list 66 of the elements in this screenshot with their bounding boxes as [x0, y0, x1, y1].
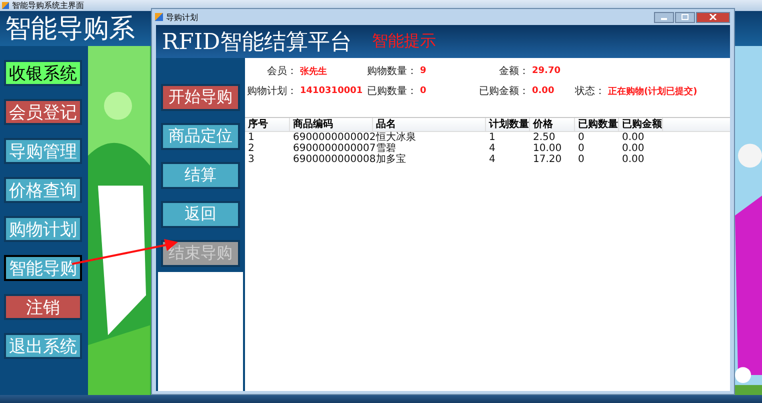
menu-button[interactable]: 会员登记 [4, 99, 82, 125]
maximize-button[interactable] [675, 12, 695, 22]
maximize-icon [681, 14, 689, 20]
table-cell-text: 0.00 [621, 154, 646, 165]
platform-heading: RFID智能结算平台 [162, 28, 352, 56]
column-header[interactable]: 价格 [530, 118, 575, 131]
action-button[interactable]: 商品定位 [161, 123, 240, 150]
menu-button[interactable]: 智能导购 [4, 255, 82, 281]
menu-button[interactable]: 导购管理 [4, 138, 82, 164]
table-cell-text: 4 [488, 154, 496, 165]
menu-button[interactable]: 购物计划 [4, 216, 82, 242]
table-cell-text: 恒大冰泉 [375, 132, 417, 143]
table-cell-text: 2 [247, 143, 256, 154]
hint-heading: 智能提示 [372, 31, 436, 52]
field-label: 已购数量： [366, 85, 417, 98]
table-cell-text: 6900000000002 [292, 132, 373, 143]
column-header[interactable]: 计划数量 [486, 118, 530, 131]
table-cell-text: 4 [488, 143, 496, 154]
field-label: 已购金额： [478, 84, 529, 98]
table-cell-text: 1 [488, 132, 496, 143]
column-header[interactable]: 商品编码 [290, 118, 373, 131]
menu-button[interactable]: 价格查询 [4, 177, 82, 203]
table-cell-text: 0 [577, 143, 586, 154]
table-cell-text: 0.00 [621, 132, 646, 143]
field-value: 正在购物(计划已提交) [607, 85, 698, 98]
close-button[interactable] [696, 12, 730, 22]
field-value: 0 [419, 86, 428, 96]
action-button[interactable]: 结算 [161, 162, 240, 189]
table-cell-text: 0 [577, 154, 586, 165]
minimize-button[interactable] [654, 12, 674, 22]
app-icon [2, 2, 9, 9]
action-button[interactable]: 开始导购 [161, 84, 240, 111]
field-label: 状态： [574, 84, 605, 98]
close-icon [709, 14, 717, 20]
field-value: 0.00 [531, 86, 556, 96]
app-heading: 智能导购系 [5, 14, 135, 44]
table-cell-text: 1 [247, 132, 256, 143]
field-value: 29.70 [531, 66, 562, 76]
field-value: 张先生 [299, 65, 328, 78]
field-label: 购物数量： [366, 65, 417, 78]
table-cell-text: 17.20 [532, 154, 563, 165]
table-cell-text: 雪碧 [375, 143, 396, 154]
window-title: 智能导购系统主界面 [12, 0, 84, 10]
table-cell-text: 10.00 [532, 143, 563, 154]
action-button[interactable]: 返回 [161, 201, 240, 228]
column-header[interactable]: 已购金额 [619, 118, 663, 131]
table-cell-text: 3 [247, 154, 256, 165]
table-cell-text: 0.00 [621, 143, 646, 154]
menu-button[interactable]: 退出系统 [4, 333, 82, 359]
table-cell-text: 0 [577, 132, 586, 143]
field-value: 1410310001 [299, 86, 363, 96]
field-label: 金额： [498, 64, 529, 78]
column-header[interactable]: 序号 [245, 118, 290, 131]
menu-button[interactable]: 收银系统 [4, 60, 82, 86]
field-value: 9 [419, 66, 428, 76]
app-icon [155, 13, 163, 21]
field-label: 购物计划： [246, 84, 297, 98]
window-title: 导购计划 [166, 12, 198, 22]
field-label: 会员： [266, 65, 297, 78]
table-cell-text: 加多宝 [375, 154, 407, 165]
table-cell-text: 6900000000008 [292, 154, 373, 165]
table-cell-text: 6900000000007 [292, 143, 373, 154]
menu-button[interactable]: 注销 [4, 294, 82, 320]
column-header[interactable]: 已购数量 [575, 118, 619, 131]
column-header[interactable]: 品名 [373, 118, 486, 131]
table-cell-text: 2.50 [532, 132, 556, 143]
